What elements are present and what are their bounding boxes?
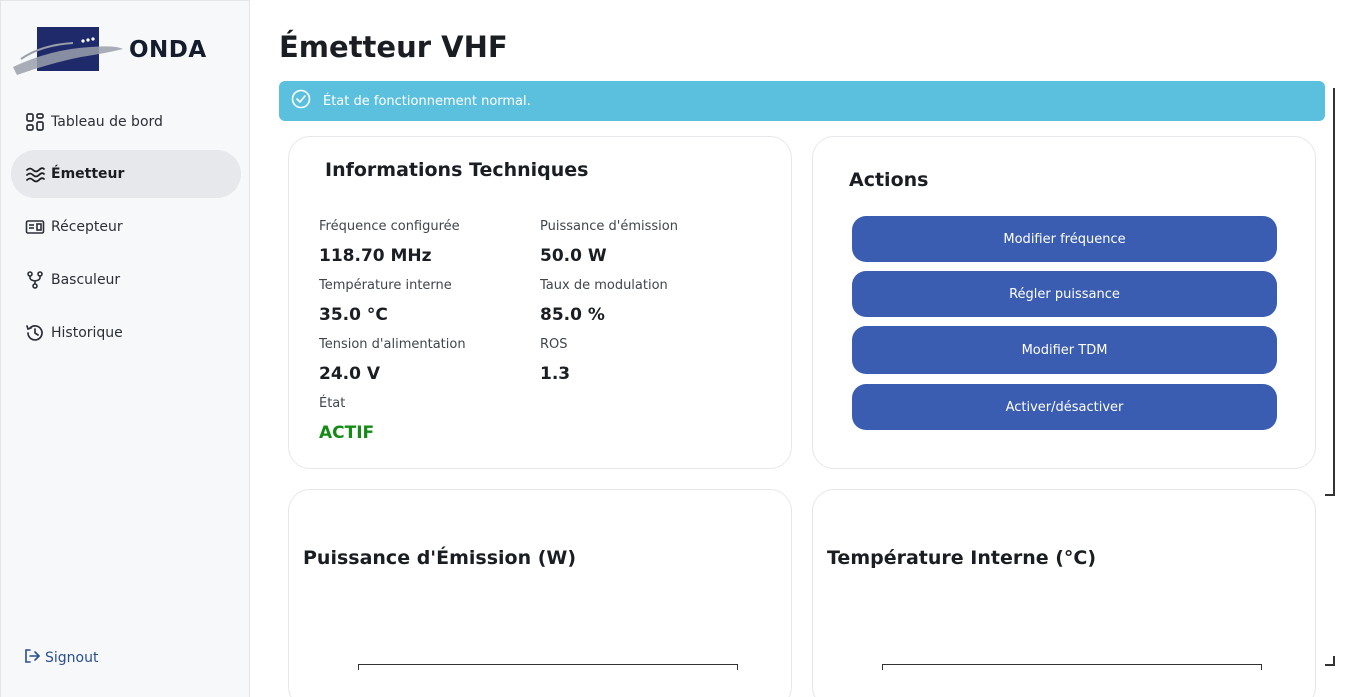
field-label: Taux de modulation bbox=[540, 278, 668, 293]
scrollbar-corner bbox=[1325, 664, 1335, 666]
onda-logo bbox=[13, 27, 123, 75]
fork-icon bbox=[24, 269, 46, 291]
sidebar-item-label: Émetteur bbox=[51, 166, 125, 182]
alert-text: État de fonctionnement normal. bbox=[323, 93, 531, 109]
chart-plot-area bbox=[882, 664, 1262, 670]
history-icon bbox=[24, 322, 46, 344]
technical-info-card: Informations Techniques Fréquence config… bbox=[288, 136, 792, 469]
logout-icon bbox=[23, 647, 41, 669]
sidebar-item-label: Tableau de bord bbox=[51, 114, 163, 130]
sidebar-item-tableau-de-bord[interactable]: Tableau de bord bbox=[11, 98, 241, 146]
field-label: Tension d'alimentation bbox=[319, 337, 466, 352]
signout-label: Signout bbox=[45, 650, 99, 666]
adjust-power-button[interactable]: Régler puissance bbox=[852, 271, 1277, 317]
scrollbar-corner bbox=[1325, 494, 1335, 496]
actions-card: Actions Modifier fréquence Régler puissa… bbox=[812, 136, 1316, 469]
toggle-activation-button[interactable]: Activer/désactiver bbox=[852, 384, 1277, 430]
field-label: Température interne bbox=[319, 278, 452, 293]
field-label: Puissance d'émission bbox=[540, 219, 678, 234]
sidebar: ONDA Tableau de bord Émetteur Récepteur bbox=[0, 0, 250, 697]
modify-tdm-button[interactable]: Modifier TDM bbox=[852, 326, 1277, 374]
signout-link[interactable]: Signout bbox=[23, 647, 98, 669]
brand: ONDA bbox=[11, 23, 241, 79]
chart-plot-area bbox=[358, 664, 738, 670]
status-badge: ACTIF bbox=[319, 423, 375, 443]
sidebar-item-emetteur[interactable]: Émetteur bbox=[11, 150, 241, 198]
sidebar-item-label: Historique bbox=[51, 325, 123, 341]
field-label: ROS bbox=[540, 337, 568, 352]
temperature-chart-card: Température Interne (°C) bbox=[812, 489, 1316, 697]
field-value: 50.0 W bbox=[540, 246, 607, 266]
card-title: Actions bbox=[849, 169, 929, 191]
check-circle-icon bbox=[291, 89, 311, 113]
field-value: 85.0 % bbox=[540, 305, 605, 325]
field-label: Fréquence configurée bbox=[319, 219, 460, 234]
power-chart-card: Puissance d'Émission (W) bbox=[288, 489, 792, 697]
field-value: 24.0 V bbox=[319, 364, 381, 384]
chart-title: Température Interne (°C) bbox=[827, 547, 1097, 569]
field-value: 1.3 bbox=[540, 364, 571, 384]
sidebar-item-historique[interactable]: Historique bbox=[11, 309, 241, 357]
page-title: Émetteur VHF bbox=[279, 30, 508, 64]
scrollbar-track[interactable] bbox=[1333, 88, 1335, 496]
field-value: 35.0 °C bbox=[319, 305, 388, 325]
sidebar-item-basculeur[interactable]: Basculeur bbox=[11, 256, 241, 304]
waves-icon bbox=[24, 163, 46, 185]
status-alert: État de fonctionnement normal. bbox=[279, 81, 1325, 121]
dashboard-icon bbox=[24, 111, 46, 133]
sidebar-item-label: Basculeur bbox=[51, 272, 121, 288]
chart-title: Puissance d'Émission (W) bbox=[303, 547, 577, 569]
brand-name: ONDA bbox=[129, 37, 207, 63]
field-value: 118.70 MHz bbox=[319, 246, 432, 266]
card-title: Informations Techniques bbox=[325, 159, 589, 181]
sidebar-item-label: Récepteur bbox=[51, 219, 123, 235]
modify-frequency-button[interactable]: Modifier fréquence bbox=[852, 216, 1277, 262]
field-label: État bbox=[319, 396, 346, 411]
sidebar-item-recepteur[interactable]: Récepteur bbox=[11, 203, 241, 251]
receiver-icon bbox=[24, 216, 46, 238]
